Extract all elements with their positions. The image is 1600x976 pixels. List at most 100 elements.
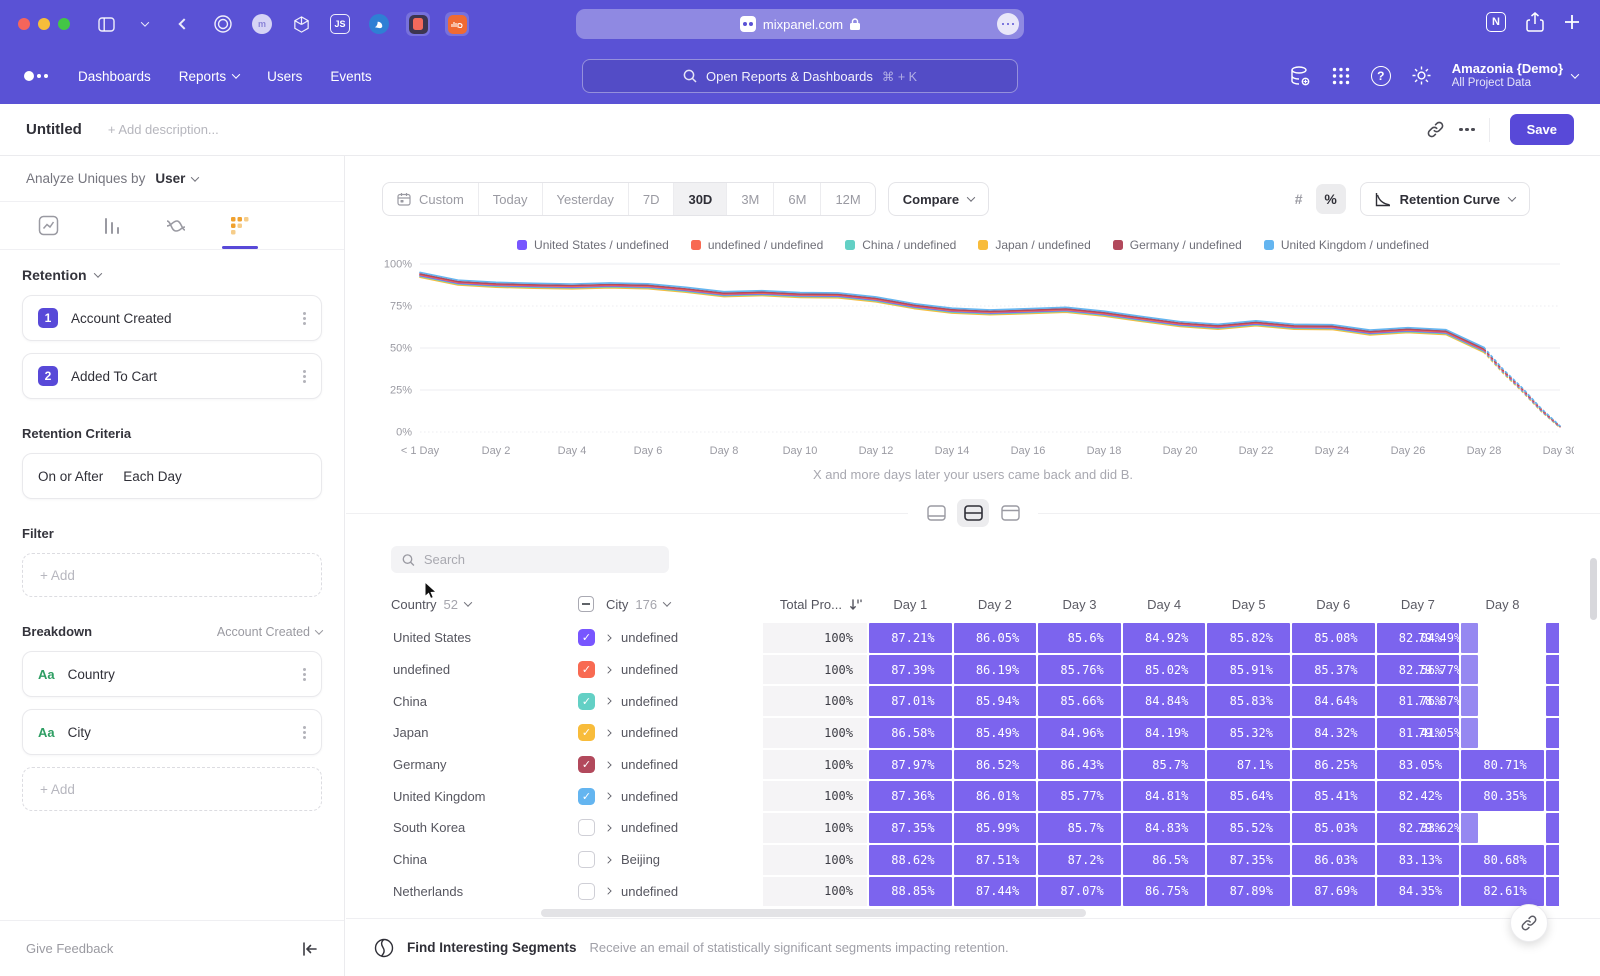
expand-row-icon[interactable] [604,793,611,800]
tab-mixpanel-icon[interactable] [406,12,430,36]
tab-retention[interactable] [220,202,260,249]
day-cell[interactable]: 88.85% [869,877,952,907]
tab-funnels[interactable] [92,202,132,249]
notion-icon[interactable]: N [1486,12,1506,32]
day-cell[interactable]: 84.35% [1377,877,1460,907]
day-cell[interactable]: 86.75% [1123,877,1206,907]
day-cell[interactable]: 78.87% [1461,686,1478,716]
day-cell[interactable]: 86.43% [1038,750,1121,780]
day-cell[interactable]: 85.02% [1123,655,1206,685]
day-column-header[interactable]: Day 2 [953,597,1038,612]
breakdown-card-city[interactable]: AaCity [22,709,322,755]
day-cell[interactable]: 85.49% [954,718,1037,748]
back-icon[interactable] [172,12,196,36]
more-options-icon[interactable] [303,317,306,320]
country-cell[interactable]: China [391,694,578,709]
day-cell[interactable]: 87.01% [869,686,952,716]
day-cell[interactable]: 84.81% [1123,781,1206,811]
day-cell[interactable]: 87.2% [1038,845,1121,875]
range-7d[interactable]: 7D [629,183,675,215]
day-cell[interactable]: 87.36% [869,781,952,811]
chart-only-view-button[interactable] [920,499,952,527]
retention-section-header[interactable]: Retention [22,267,322,283]
table-only-view-button[interactable] [994,499,1026,527]
row-checkbox[interactable]: ✓ [578,661,595,678]
vertical-scrollbar[interactable] [1590,558,1597,620]
extension-m-icon[interactable]: m [250,12,274,36]
share-icon[interactable] [1526,12,1544,32]
address-bar-more-icon[interactable] [997,13,1019,35]
percent-toggle[interactable]: % [1316,184,1346,214]
day-cell[interactable]: 86.58% [869,718,952,748]
day-cell[interactable]: 85.08% [1292,623,1375,653]
day-cell[interactable]: 86.01% [954,781,1037,811]
day-cell[interactable]: 79.49% [1461,623,1478,653]
day-cell[interactable]: 85.03% [1292,813,1375,843]
share-link-fab[interactable] [1510,904,1548,942]
day-cell[interactable]: 86.5% [1123,845,1206,875]
mixpanel-logo[interactable] [24,71,48,81]
day-cell[interactable]: 87.89% [1207,877,1290,907]
day-cell[interactable]: 87.21% [869,623,952,653]
day-cell[interactable]: 85.32% [1207,718,1290,748]
tab-soundcloud-icon[interactable] [445,12,469,36]
total-column-header[interactable]: Total Pro... [762,597,868,612]
horizontal-scrollbar[interactable] [541,909,1086,917]
day-cell[interactable]: 84.32% [1292,718,1375,748]
range-3m[interactable]: 3M [727,183,774,215]
analyze-value[interactable]: User [155,171,185,186]
day-cell[interactable]: 84.83% [1123,813,1206,843]
day-cell[interactable]: 87.39% [869,655,952,685]
day-cell[interactable]: 87.35% [869,813,952,843]
day-column-header[interactable]: Day 8 [1460,597,1545,612]
extension-cube-icon[interactable] [289,12,313,36]
country-cell[interactable]: United Kingdom [391,789,578,804]
range-yesterday[interactable]: Yesterday [543,183,629,215]
nav-item-events[interactable]: Events [330,69,371,84]
day-cell[interactable]: 87.1% [1207,750,1290,780]
day-cell[interactable]: 85.91% [1207,655,1290,685]
expand-row-icon[interactable] [604,856,611,863]
day-cell[interactable]: 85.94% [954,686,1037,716]
row-checkbox[interactable]: ✓ [578,756,595,773]
new-tab-icon[interactable] [1564,14,1580,30]
report-title[interactable]: Untitled [26,121,82,138]
day-column-header[interactable]: Day 3 [1037,597,1122,612]
save-button[interactable]: Save [1510,114,1574,145]
day-cell[interactable]: 87.97% [869,750,952,780]
country-cell[interactable]: Germany [391,757,578,772]
day-cell[interactable]: 85.52% [1207,813,1290,843]
retention-step-card[interactable]: 2Added To Cart [22,353,322,399]
day-cell[interactable]: 80.35% [1461,781,1544,811]
country-cell[interactable]: Japan [391,725,578,740]
day-cell[interactable]: 85.83% [1207,686,1290,716]
legend-item[interactable]: United States / undefined [517,238,669,252]
day-column-header[interactable]: Day 5 [1206,597,1291,612]
segments-title[interactable]: Find Interesting Segments [407,940,577,955]
absolute-numbers-toggle[interactable]: # [1284,184,1314,214]
country-cell[interactable]: United States [391,630,578,645]
add-filter-button[interactable]: + Add [22,553,322,597]
expand-row-icon[interactable] [604,666,611,673]
criteria-operator[interactable]: On or After [38,469,103,484]
extension-target-icon[interactable] [211,12,235,36]
expand-row-icon[interactable] [604,761,611,768]
range-today[interactable]: Today [479,183,543,215]
day-cell[interactable]: 84.92% [1123,623,1206,653]
day-cell[interactable]: 84.84% [1123,686,1206,716]
collapse-sidebar-icon[interactable] [302,942,318,956]
apps-grid-icon[interactable] [1331,66,1351,86]
day-cell[interactable]: 85.7% [1123,750,1206,780]
more-options-icon[interactable] [303,375,306,378]
day-cell[interactable]: 85.82% [1207,623,1290,653]
country-column-header[interactable]: Country 52 [391,597,578,612]
expand-row-icon[interactable] [604,824,611,831]
day-cell[interactable]: 85.37% [1292,655,1375,685]
help-icon[interactable]: ? [1371,66,1391,86]
split-view-button[interactable] [957,499,989,527]
expand-row-icon[interactable] [604,729,611,736]
day-cell[interactable]: 88.62% [869,845,952,875]
day-cell[interactable]: 85.66% [1038,686,1121,716]
chevron-down-icon[interactable] [191,173,199,181]
zoom-window-button[interactable] [58,18,70,30]
